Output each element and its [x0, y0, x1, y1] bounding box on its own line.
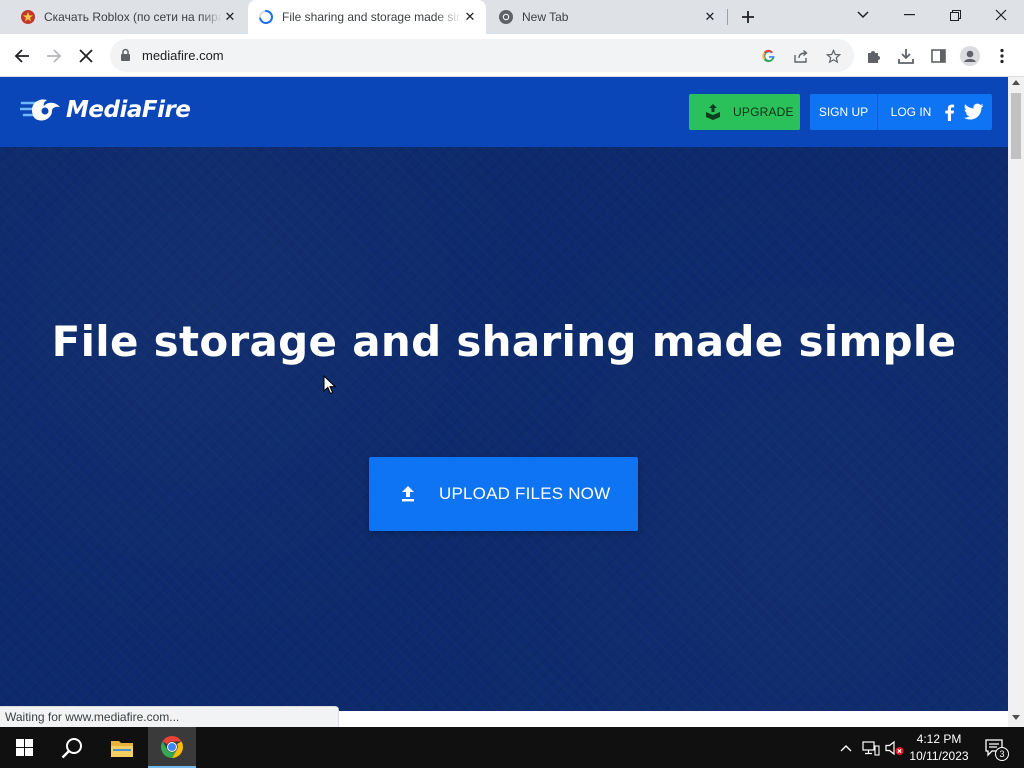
taskbar-chrome[interactable] — [148, 727, 196, 768]
tab-title: Скачать Roblox (по сети на пиратке) — [44, 10, 222, 24]
facebook-icon[interactable] — [941, 103, 959, 121]
back-button[interactable] — [8, 42, 36, 70]
restore-icon — [949, 9, 961, 21]
clock-time: 4:12 PM — [916, 732, 962, 746]
tab-roblox[interactable]: Скачать Roblox (по сети на пиратке) ✕ — [0, 0, 246, 34]
mediafire-logo[interactable]: MediaFire — [20, 97, 191, 123]
tab-new-tab[interactable]: New Tab ✕ — [488, 0, 726, 34]
upgrade-label: UPGRADE — [733, 105, 794, 119]
site-header: MediaFire UPGRADE SIGN UP LOG IN — [0, 77, 1008, 147]
google-g-icon — [762, 49, 775, 63]
stop-loading-button[interactable] — [72, 42, 100, 70]
bookmark-star-button[interactable] — [823, 46, 843, 66]
close-window-button[interactable] — [978, 0, 1024, 30]
extensions-button[interactable] — [860, 42, 888, 70]
network-icon — [862, 741, 880, 756]
browser-toolbar: mediafire.com — [0, 34, 1024, 77]
hero-section: File storage and sharing made simple UPL… — [0, 147, 1008, 711]
mediafire-flame-icon — [20, 99, 60, 121]
scroll-down-arrow-icon[interactable] — [1012, 715, 1020, 720]
close-tab-icon[interactable]: ✕ — [702, 9, 718, 25]
download-icon — [898, 49, 914, 64]
auth-button-group: SIGN UP LOG IN — [810, 94, 992, 130]
taskbar-file-explorer[interactable] — [98, 727, 146, 768]
loading-spinner-icon — [259, 10, 273, 24]
side-panel-icon — [930, 49, 946, 63]
mouse-cursor-icon — [323, 375, 336, 395]
downloads-button[interactable] — [892, 42, 920, 70]
volume-status[interactable] — [884, 739, 906, 757]
arrow-right-icon — [47, 49, 62, 63]
chrome-icon — [499, 10, 513, 24]
volume-muted-icon — [885, 740, 904, 756]
restore-button[interactable] — [932, 0, 978, 30]
minimize-icon — [903, 14, 915, 16]
minimize-button[interactable] — [886, 0, 932, 30]
upgrade-button[interactable]: UPGRADE — [689, 94, 800, 130]
clock-date: 10/11/2023 — [909, 749, 969, 763]
search-icon — [61, 737, 82, 758]
tab-title: File sharing and storage made simple — [282, 10, 462, 24]
tab-search-button[interactable] — [840, 0, 886, 30]
close-tab-icon[interactable]: ✕ — [222, 9, 238, 25]
close-tab-icon[interactable]: ✕ — [462, 9, 478, 25]
tab-strip: Скачать Roblox (по сети на пиратке) ✕ Fi… — [0, 0, 1024, 34]
close-icon — [995, 9, 1007, 21]
kebab-menu-icon — [1000, 48, 1004, 64]
page-viewport: MediaFire UPGRADE SIGN UP LOG IN File st… — [0, 77, 1008, 711]
upload-files-label: UPLOAD FILES NOW — [439, 484, 611, 503]
address-bar[interactable]: mediafire.com — [110, 39, 854, 72]
log-in-button[interactable]: LOG IN — [885, 94, 937, 130]
arrow-left-icon — [14, 49, 29, 63]
button-divider — [877, 94, 878, 130]
chevron-up-icon — [840, 745, 852, 752]
windows-taskbar: 4:12 PM 10/11/2023 3 — [0, 727, 1024, 768]
network-status[interactable] — [860, 739, 882, 757]
upload-files-button[interactable]: UPLOAD FILES NOW — [369, 457, 638, 531]
page-scrollbar[interactable] — [1008, 77, 1024, 727]
windows-logo-icon — [15, 739, 33, 756]
lock-icon — [121, 48, 130, 61]
start-button[interactable] — [0, 727, 48, 768]
taskbar-clock[interactable]: 4:12 PM 10/11/2023 — [904, 731, 974, 765]
star-icon — [825, 48, 841, 63]
profile-avatar-icon — [960, 46, 980, 66]
upgrade-box-icon — [706, 104, 720, 120]
stop-x-icon — [79, 49, 93, 63]
brand-wordmark: MediaFire — [66, 97, 191, 123]
puzzle-icon — [868, 51, 880, 63]
url-text: mediafire.com — [142, 48, 224, 63]
share-icon — [793, 49, 808, 63]
notification-count-badge: 3 — [995, 747, 1009, 761]
twitter-icon[interactable] — [964, 103, 984, 121]
chrome-menu-button[interactable] — [988, 42, 1016, 70]
scroll-up-arrow-icon[interactable] — [1012, 80, 1020, 85]
tab-title: New Tab — [522, 10, 569, 24]
tab-mediafire[interactable]: File sharing and storage made simple ✕ — [248, 0, 486, 34]
profile-button[interactable] — [956, 42, 984, 70]
tab-separator — [727, 9, 728, 25]
new-tab-button[interactable] — [736, 5, 760, 29]
side-panel-button[interactable] — [924, 42, 952, 70]
screen: Скачать Roblox (по сети на пиратке) ✕ Fi… — [0, 0, 1024, 768]
plus-icon — [742, 11, 754, 23]
roblox-site-icon — [21, 10, 35, 24]
share-button[interactable] — [791, 46, 811, 66]
forward-button[interactable] — [40, 42, 68, 70]
upload-arrow-icon — [402, 486, 414, 502]
folder-icon — [111, 740, 133, 757]
sign-up-button[interactable]: SIGN UP — [810, 94, 877, 130]
tray-overflow-button[interactable] — [838, 739, 854, 757]
taskbar-search-button[interactable] — [48, 727, 96, 768]
scrollbar-thumb[interactable] — [1011, 93, 1021, 159]
action-center-button[interactable]: 3 — [982, 739, 1009, 761]
hero-title: File storage and sharing made simple — [51, 317, 957, 366]
chrome-logo-icon — [161, 735, 183, 758]
status-bubble: Waiting for www.mediafire.com... — [0, 706, 339, 727]
google-lens-button[interactable] — [759, 46, 779, 66]
chevron-down-icon — [857, 11, 869, 19]
